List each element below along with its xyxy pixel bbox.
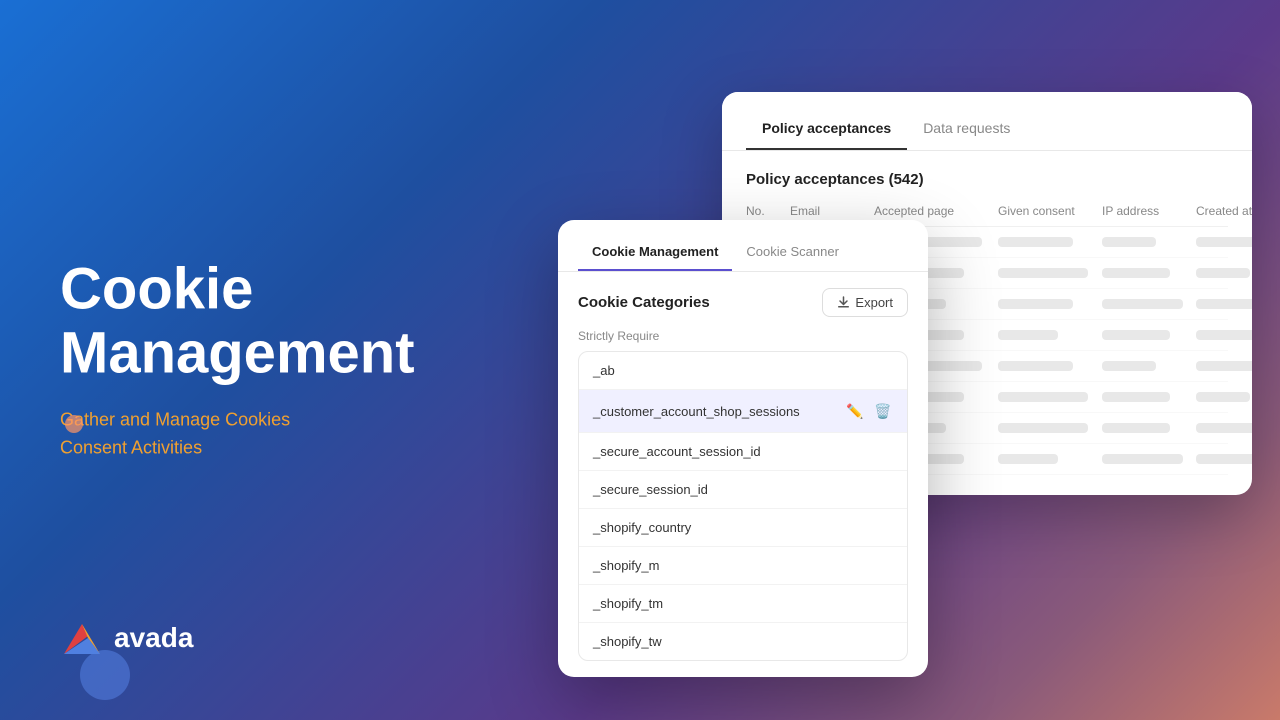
skeleton-cell [998,330,1058,340]
logo-area: avada [60,616,193,660]
list-item[interactable]: _ab [579,352,907,390]
list-item[interactable]: _customer_account_shop_sessions ✏️ 🗑️ [579,390,907,433]
skeleton-cell [1102,361,1156,371]
cookie-list: _ab _customer_account_shop_sessions ✏️ 🗑… [578,351,908,661]
cookie-item-actions: ✏️ 🗑️ [845,401,893,421]
skeleton-cell [1196,330,1252,340]
skeleton-cell [1196,423,1252,433]
skeleton-cell [1102,237,1156,247]
tab-cookie-management[interactable]: Cookie Management [578,236,732,271]
tab-data-requests[interactable]: Data requests [907,112,1026,150]
list-item[interactable]: _shopify_tw [579,623,907,660]
cookie-name: _shopify_m [593,558,659,573]
col-accepted-page: Accepted page [874,204,994,218]
policy-tabs: Policy acceptances Data requests [722,92,1252,151]
cookie-tabs: Cookie Management Cookie Scanner [558,220,928,272]
cookie-name: _ab [593,363,615,378]
cookie-body: Cookie Categories Export Strictly Requir… [558,272,928,677]
main-title: Cookie Management [60,257,415,385]
skeleton-cell [1196,268,1250,278]
list-item[interactable]: _shopify_tm [579,585,907,623]
delete-icon[interactable]: 🗑️ [873,401,893,421]
skeleton-cell [998,237,1073,247]
cookie-window: Cookie Management Cookie Scanner Cookie … [558,220,928,677]
list-item[interactable]: _secure_session_id [579,471,907,509]
skeleton-cell [1196,361,1252,371]
tab-cookie-scanner[interactable]: Cookie Scanner [732,236,853,271]
cookie-name: _customer_account_shop_sessions [593,404,800,419]
export-button[interactable]: Export [822,288,908,317]
logo-text: avada [114,622,193,654]
cookie-name: _secure_session_id [593,482,708,497]
cookie-name: _shopify_tw [593,634,662,649]
avada-logo-icon [60,616,104,660]
skeleton-cell [998,299,1073,309]
left-hero: Cookie Management Gather and Manage Cook… [60,257,415,462]
edit-icon[interactable]: ✏️ [845,401,865,421]
col-created-at: Created at [1196,204,1252,218]
col-ip-address: IP address [1102,204,1192,218]
subtitle: Gather and Manage Cookies Consent Activi… [60,405,415,463]
list-item[interactable]: _secure_account_session_id [579,433,907,471]
col-email: Email [790,204,870,218]
skeleton-cell [998,268,1088,278]
skeleton-cell [1196,454,1252,464]
cookie-name: _shopify_country [593,520,691,535]
export-icon [837,296,850,309]
skeleton-cell [998,392,1088,402]
col-no: No. [746,204,786,218]
tab-policy-acceptances[interactable]: Policy acceptances [746,112,907,150]
skeleton-cell [1196,392,1250,402]
skeleton-cell [1102,392,1170,402]
col-given-consent: Given consent [998,204,1098,218]
skeleton-cell [1102,299,1183,309]
skeleton-cell [998,454,1058,464]
skeleton-cell [1102,268,1170,278]
decorative-circle-small [65,415,83,433]
cookie-header-row: Cookie Categories Export [578,288,908,317]
skeleton-cell [1102,330,1170,340]
strictly-require-label: Strictly Require [578,329,908,343]
skeleton-cell [998,361,1073,371]
cookie-categories-title: Cookie Categories [578,294,710,311]
skeleton-cell [1102,454,1183,464]
skeleton-cell [1196,299,1252,309]
skeleton-cell [1102,423,1170,433]
cookie-name: _shopify_tm [593,596,663,611]
cookie-name: _secure_account_session_id [593,444,761,459]
skeleton-cell [998,423,1088,433]
list-item[interactable]: _shopify_country [579,509,907,547]
skeleton-cell [1196,237,1252,247]
policy-count-title: Policy acceptances (542) [746,171,1228,188]
list-item[interactable]: _shopify_m [579,547,907,585]
